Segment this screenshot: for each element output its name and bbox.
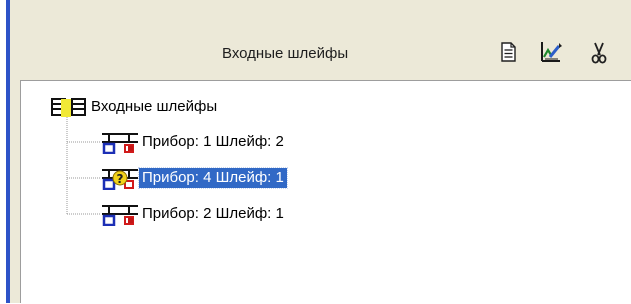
cut-icon: [591, 42, 607, 64]
loop-device-icon: [102, 205, 138, 226]
loop-device-icon: [102, 133, 138, 154]
edit-chart-button[interactable]: [537, 38, 565, 66]
svg-text:?: ?: [117, 172, 124, 186]
inputs-tree: Входные шлейфы Прибор: 1 Шлейф: 2 ? Приб…: [20, 80, 631, 303]
tree-item-label: Прибор: 2 Шлейф: 1: [142, 205, 284, 222]
tree-item-device-4-loop-1[interactable]: ? Прибор: 4 Шлейф: 1: [101, 166, 401, 190]
folder-loops-icon: [51, 98, 86, 117]
tree-root-node[interactable]: Входные шлейфы: [51, 95, 451, 119]
inputs-panel: Входные шлейфы Входные шлейфы Прибор: 1 …: [10, 0, 631, 303]
edit-chart-icon: [541, 42, 562, 62]
tree-item-label-selected: Прибор: 4 Шлейф: 1: [138, 167, 288, 189]
tree-item-device-2-loop-1[interactable]: Прибор: 2 Шлейф: 1: [101, 202, 401, 226]
panel-title: Входные шлейфы: [222, 45, 349, 62]
tree-root-label: Входные шлейфы: [91, 98, 218, 115]
new-document-button[interactable]: [494, 38, 522, 66]
panel-header: Входные шлейфы: [10, 0, 631, 80]
document-icon: [501, 42, 516, 62]
loop-device-unknown-icon: ?: [102, 169, 138, 190]
cut-button[interactable]: [585, 38, 613, 66]
tree-item-device-1-loop-2[interactable]: Прибор: 1 Шлейф: 2: [101, 130, 401, 154]
tree-item-label: Прибор: 1 Шлейф: 2: [142, 133, 284, 150]
